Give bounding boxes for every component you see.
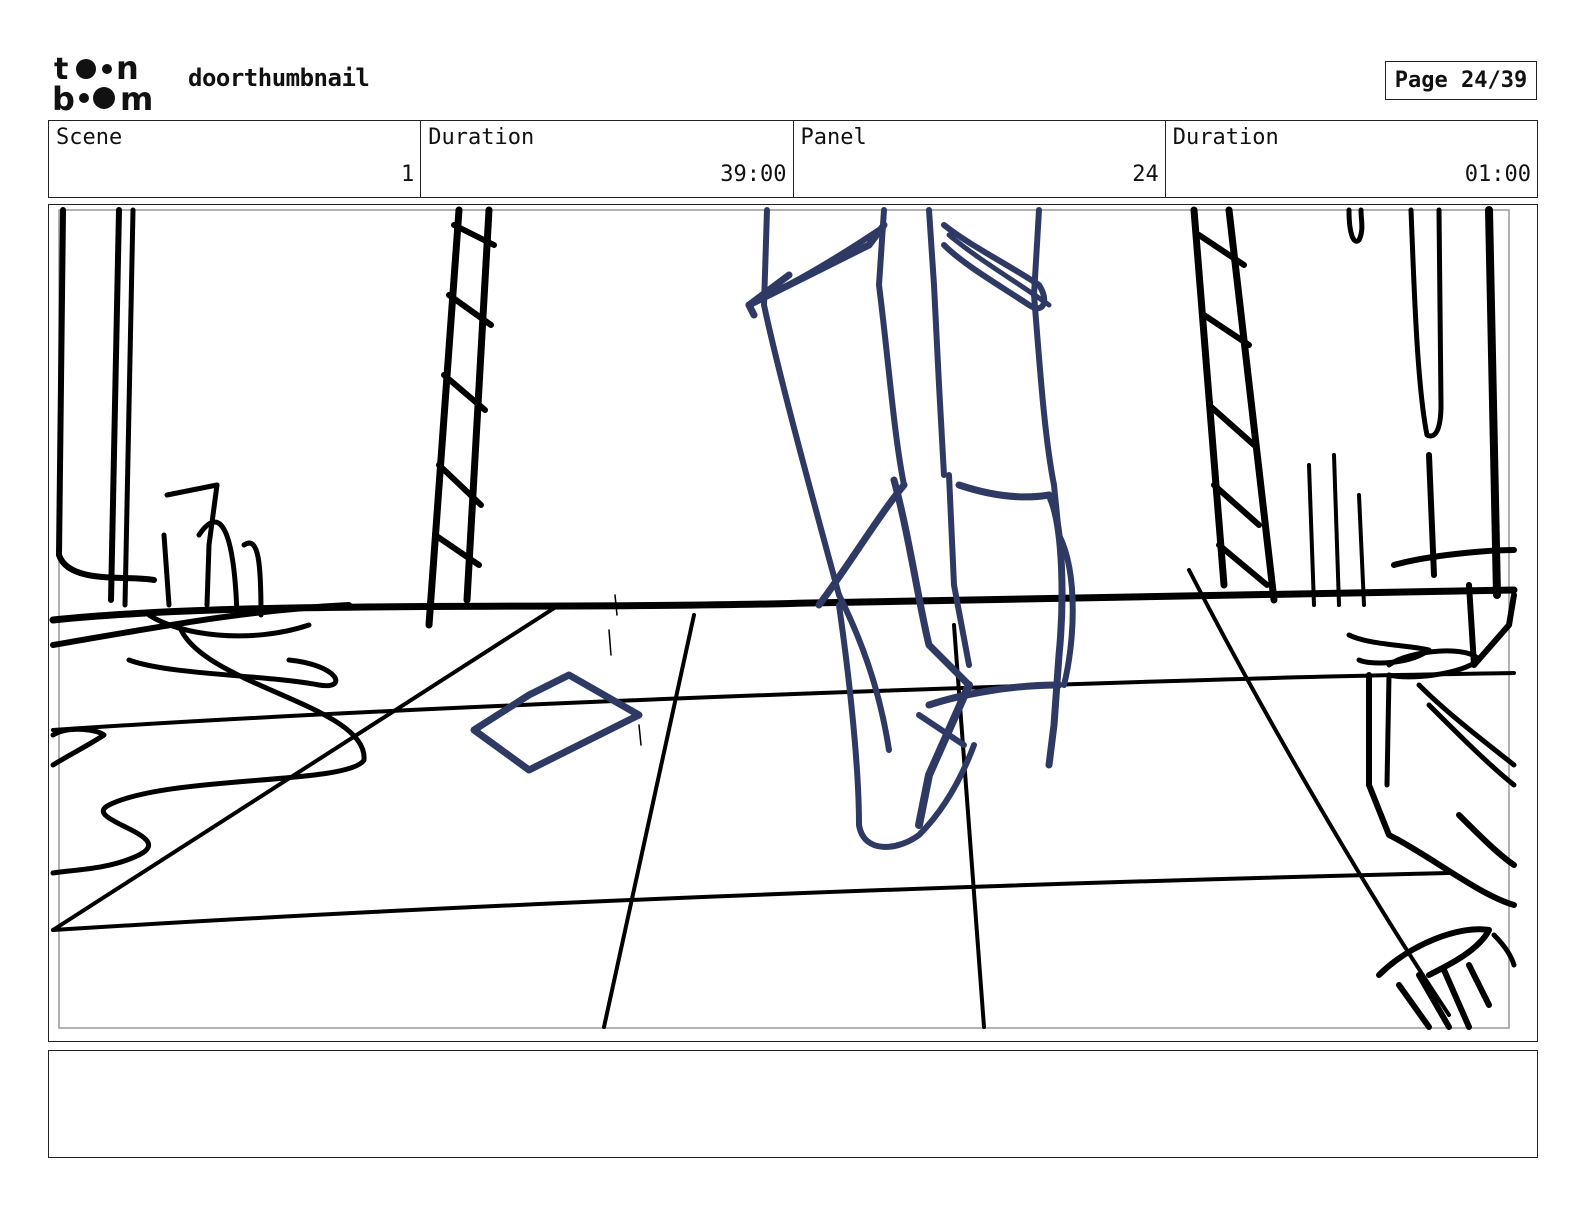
page-indicator: Page 24/39 [1385, 61, 1537, 100]
panel-duration-label: Duration [1172, 125, 1279, 150]
panel-label: Panel [800, 125, 867, 150]
panel-duration-cell: Duration 01:00 [1166, 121, 1537, 197]
toonboom-logo-svg: t n b m [52, 52, 153, 112]
toonboom-logo-icon: t n b m [52, 52, 164, 112]
svg-text:m: m [120, 80, 153, 112]
scene-cell: Scene 1 [49, 121, 422, 197]
scene-duration-cell: Duration 39:00 [421, 121, 794, 197]
panel-notes-box[interactable] [48, 1050, 1538, 1158]
scene-duration-label: Duration [428, 125, 535, 150]
storyboard-panel-frame [48, 204, 1538, 1042]
panel-cell: Panel 24 [794, 121, 1166, 197]
storyboard-sketch-icon [49, 206, 1518, 1030]
info-row: Scene 1 Duration 39:00 Panel 24 Duration… [48, 120, 1538, 198]
scene-label: Scene [56, 125, 123, 150]
scene-duration-value: 39:00 [720, 162, 787, 187]
svg-text:b: b [52, 80, 75, 112]
scene-value: 1 [401, 162, 415, 187]
panel-duration-value: 01:00 [1464, 162, 1531, 187]
panel-value: 24 [1132, 162, 1159, 187]
project-title: doorthumbnail [188, 64, 370, 92]
